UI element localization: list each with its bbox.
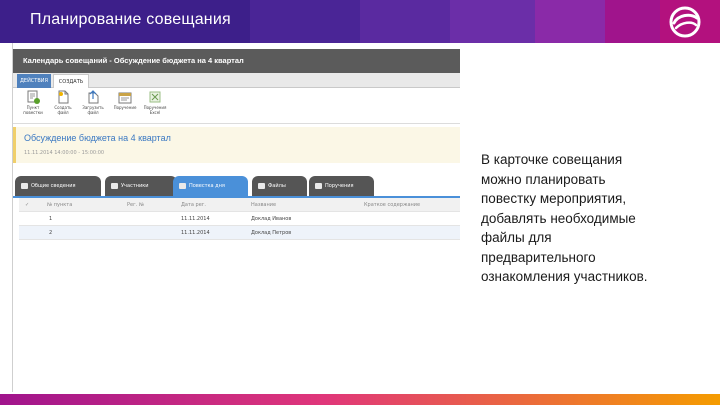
card-tab-bar: Общие сведения Участники Повестка дня Фа… — [13, 176, 460, 196]
header-stripe — [450, 0, 535, 43]
app-window-title: Календарь совещаний - Обсуждение бюджета… — [13, 49, 460, 73]
agenda-item-button[interactable]: Пункт повестки — [19, 90, 47, 122]
slide-description: В карточке совещания можно планировать п… — [481, 152, 648, 284]
grid-header-number[interactable]: № пункта — [47, 198, 72, 212]
ribbon: Пункт повестки Создать файл Загрузить фа… — [13, 88, 460, 124]
agenda-grid: ✓ № пункта Рег. № Дата рег. Название Кра… — [19, 198, 460, 240]
agenda-icon — [179, 182, 186, 189]
slide-title: Планирование совещания — [30, 11, 231, 28]
header-stripe — [605, 0, 660, 43]
grid-header-row: ✓ № пункта Рег. № Дата рег. Название Кра… — [19, 198, 460, 212]
upload-file-button[interactable]: Загрузить файл — [79, 90, 107, 122]
agenda-item-icon — [27, 90, 40, 104]
document-title: Обсуждение бюджета на 4 квартал — [24, 133, 171, 143]
header-stripe — [535, 0, 605, 43]
grid-header-summary[interactable]: Краткое содержание — [364, 198, 420, 212]
table-row[interactable]: 1 11.11.2014 Доклад Иванов — [19, 212, 460, 226]
tab-general-info[interactable]: Общие сведения — [15, 176, 101, 196]
grid-header-title[interactable]: Название — [251, 198, 276, 212]
excel-assignments-button[interactable]: Поручения Excel — [141, 90, 169, 122]
grid-header-check[interactable]: ✓ — [25, 198, 29, 212]
header-stripe — [250, 0, 360, 43]
grid-header-reg-number[interactable]: Рег. № — [127, 198, 144, 212]
ribbon-tab-create[interactable]: Создать — [53, 74, 89, 88]
document-datetime: 11.11.2014 14:00:00 - 15:00:00 — [24, 150, 105, 156]
slide-header: Планирование совещания — [0, 0, 720, 43]
tab-agenda[interactable]: Повестка дня — [173, 176, 248, 196]
excel-icon — [149, 91, 161, 103]
people-icon — [111, 182, 118, 189]
info-icon — [21, 182, 28, 189]
ribbon-tab-bar: Действия Создать — [13, 73, 460, 88]
tab-participants[interactable]: Участники — [105, 176, 177, 196]
folder-icon — [258, 182, 265, 189]
new-file-icon — [58, 90, 69, 104]
tasks-icon — [315, 182, 322, 189]
assignment-button[interactable]: Поручение — [111, 90, 139, 122]
assignment-icon — [118, 92, 132, 104]
header-stripe — [360, 0, 450, 43]
table-row[interactable]: 2 11.11.2014 Доклад Петров — [19, 226, 460, 240]
slide: Планирование совещания Календарь совещан… — [0, 0, 720, 405]
upload-file-icon — [88, 90, 99, 104]
brand-logo-icon — [669, 6, 701, 38]
tab-assignments[interactable]: Поручения — [309, 176, 374, 196]
document-header: Обсуждение бюджета на 4 квартал 11.11.20… — [13, 127, 460, 163]
grid-header-reg-date[interactable]: Дата рег. — [181, 198, 206, 212]
ribbon-tab-actions[interactable]: Действия — [17, 74, 51, 88]
app-screenshot: Календарь совещаний - Обсуждение бюджета… — [12, 43, 460, 392]
tab-files[interactable]: Файлы — [252, 176, 307, 196]
create-file-button[interactable]: Создать файл — [49, 90, 77, 122]
bottom-accent-bar — [0, 394, 720, 405]
